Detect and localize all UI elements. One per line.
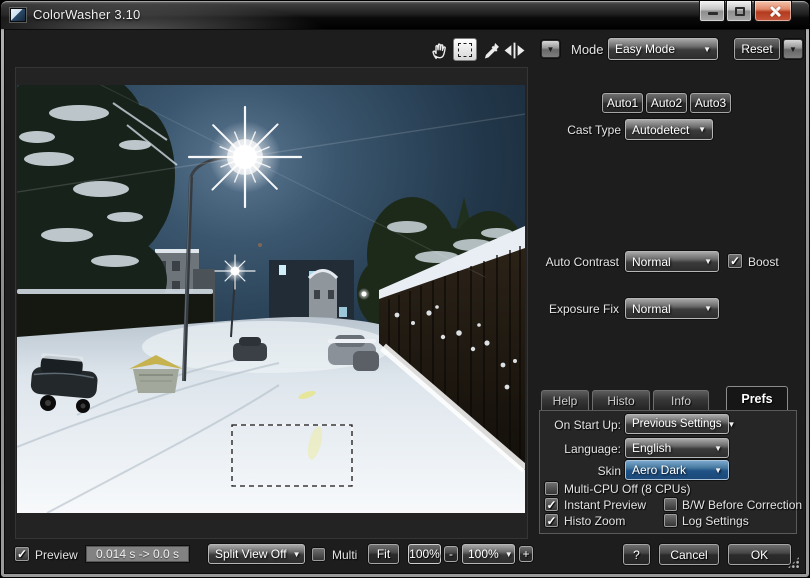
eyedropper-tool-button[interactable] <box>479 39 503 62</box>
chevron-down-icon: ▼ <box>708 466 722 475</box>
multi-cpu-checkbox[interactable] <box>545 482 558 495</box>
preview-label: Preview <box>35 548 78 562</box>
app-icon <box>10 8 26 22</box>
tab-info[interactable]: Info <box>653 390 709 410</box>
exposure-fix-select[interactable]: Normal ▼ <box>625 298 719 319</box>
log-settings-label: Log Settings <box>682 514 749 528</box>
chevron-down-icon: ▼ <box>722 420 736 429</box>
preview-image[interactable] <box>17 85 525 513</box>
skin-label: Skin <box>539 464 621 478</box>
cancel-button[interactable]: Cancel <box>659 544 719 565</box>
processing-time-field: 0.014 s -> 0.0 s <box>86 546 189 562</box>
auto-contrast-value: Normal <box>632 255 671 269</box>
bw-before-correction-label: B/W Before Correction <box>682 498 802 512</box>
settings-menu-button[interactable]: ▼ <box>541 40 560 58</box>
window-title: ColorWasher 3.10 <box>33 7 141 22</box>
skin-select[interactable]: Aero Dark ▼ <box>625 460 729 480</box>
cast-type-value: Autodetect <box>632 123 689 137</box>
language-label: Language: <box>539 442 621 456</box>
auto2-button[interactable]: Auto2 <box>646 93 687 113</box>
selection-rectangle[interactable] <box>17 85 525 513</box>
maximize-icon <box>735 7 745 16</box>
marquee-select-tool-button[interactable] <box>453 38 477 61</box>
reset-menu-button[interactable]: ▼ <box>783 39 803 59</box>
auto3-button[interactable]: Auto3 <box>690 93 731 113</box>
reset-button[interactable]: Reset <box>734 38 780 60</box>
instant-preview-label: Instant Preview <box>564 498 646 512</box>
zoom-out-button[interactable]: - <box>444 546 458 562</box>
chevron-down-icon: ▼ <box>547 45 555 54</box>
auto-contrast-label: Auto Contrast <box>531 255 619 269</box>
on-startup-select[interactable]: Previous Settings ▼ <box>625 414 729 434</box>
window-controls <box>699 1 792 23</box>
chevron-down-icon: ▼ <box>697 45 711 54</box>
chevron-down-icon: ▼ <box>692 125 706 134</box>
ok-button[interactable]: OK <box>728 544 791 565</box>
mode-value: Easy Mode <box>615 42 675 56</box>
pan-tool-button[interactable] <box>427 39 451 62</box>
exposure-fix-value: Normal <box>632 302 671 316</box>
titlebar[interactable]: ColorWasher 3.10 <box>1 1 809 29</box>
log-settings-checkbox[interactable] <box>664 514 677 527</box>
language-select[interactable]: English ▼ <box>625 438 729 458</box>
histo-zoom-label: Histo Zoom <box>564 514 625 528</box>
cast-type-select[interactable]: Autodetect ▼ <box>625 119 713 140</box>
fit-button[interactable]: Fit <box>368 544 399 564</box>
zoom-level-select[interactable]: 100% ▼ <box>462 544 515 564</box>
marquee-icon <box>458 43 472 57</box>
help-button[interactable]: ? <box>623 544 650 565</box>
histo-zoom-checkbox[interactable]: ✓ <box>545 514 558 527</box>
zoom-level-value: 100% <box>468 547 499 561</box>
minimize-icon <box>708 12 718 15</box>
bw-before-correction-checkbox[interactable] <box>664 498 677 511</box>
close-button[interactable] <box>754 1 792 22</box>
boost-label: Boost <box>748 255 779 269</box>
maximize-button[interactable] <box>726 1 752 22</box>
chevron-down-icon: ▼ <box>708 444 722 453</box>
on-startup-value: Previous Settings <box>632 418 722 430</box>
auto1-button[interactable]: Auto1 <box>602 93 643 113</box>
chevron-down-icon: ▼ <box>789 45 797 54</box>
minimize-button[interactable] <box>699 1 725 22</box>
tab-help[interactable]: Help <box>541 390 589 410</box>
colorwasher-window: ColorWasher 3.10 ▼ Mode Easy Mode ▼ <box>0 0 810 578</box>
auto-contrast-select[interactable]: Normal ▼ <box>625 251 719 272</box>
split-view-value: Split View Off <box>215 547 287 561</box>
on-startup-label: On Start Up: <box>539 418 621 432</box>
zoom-100-button[interactable]: 100% <box>408 544 441 564</box>
multi-cpu-label: Multi-CPU Off (8 CPUs) <box>564 482 690 496</box>
zoom-in-button[interactable]: + <box>519 546 533 562</box>
split-compare-icon <box>503 40 526 61</box>
close-icon <box>769 5 780 18</box>
tab-prefs[interactable]: Prefs <box>726 386 788 410</box>
tab-histo[interactable]: Histo <box>592 390 650 410</box>
eyedropper-icon <box>481 40 502 61</box>
mode-label: Mode <box>571 42 604 57</box>
cast-type-label: Cast Type <box>539 123 621 137</box>
split-view-select[interactable]: Split View Off ▼ <box>208 544 305 564</box>
exposure-fix-label: Exposure Fix <box>531 302 619 316</box>
chevron-down-icon: ▼ <box>698 304 712 313</box>
chevron-down-icon: ▼ <box>499 550 513 559</box>
chevron-down-icon: ▼ <box>287 550 301 559</box>
instant-preview-checkbox[interactable]: ✓ <box>545 498 558 511</box>
hand-icon <box>429 40 450 61</box>
language-value: English <box>632 441 671 455</box>
chevron-down-icon: ▼ <box>698 257 712 266</box>
split-view-tool-button[interactable] <box>502 39 526 62</box>
skin-value: Aero Dark <box>632 463 686 477</box>
multi-label: Multi <box>332 548 357 562</box>
multi-checkbox[interactable] <box>312 548 325 561</box>
boost-checkbox[interactable]: ✓ <box>728 254 742 268</box>
mode-select[interactable]: Easy Mode ▼ <box>608 38 718 60</box>
preview-checkbox[interactable]: ✓ <box>15 547 29 561</box>
